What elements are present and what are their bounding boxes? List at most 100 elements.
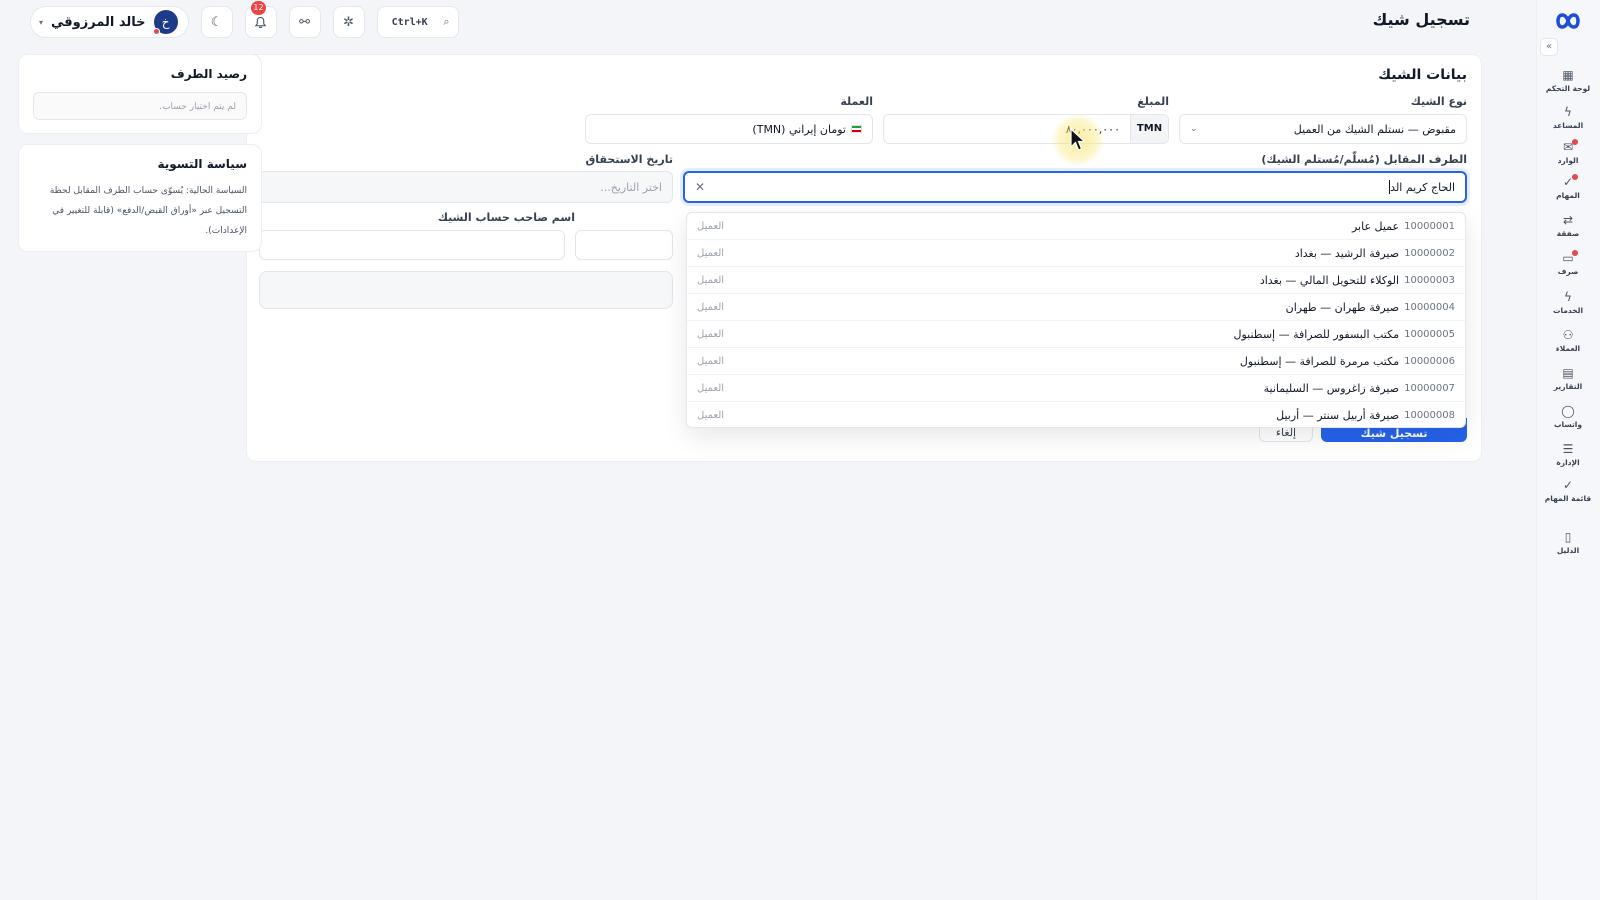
amount-input[interactable]: TMN ٨٠,٠٠٠,٠٠٠ <box>883 114 1169 144</box>
chevron-down-icon: ▾ <box>39 17 44 27</box>
account-code: 10000008 <box>1404 409 1455 421</box>
sidebar-item-exchange[interactable]: ▭ صرف <box>1540 249 1596 283</box>
settlement-policy-text: السياسة الحالية: يُسوّى حساب الطرف المقا… <box>33 181 247 241</box>
account-code: 10000006 <box>1404 355 1455 367</box>
currency-label: العملة <box>840 95 873 108</box>
account-name: عميل عابر <box>1351 219 1400 233</box>
policy-line: الإعدادات). <box>205 226 247 236</box>
bolt-icon: ϟ <box>1564 290 1572 304</box>
users-icon: ⚇ <box>1562 328 1574 342</box>
notification-count-badge: 12 <box>251 1 266 15</box>
topbar-actions: ▾ خالد المرزوقي خ ☾ 12 ⚯ ✲ Ctrl+K ⌕ <box>30 1 459 38</box>
bank-field[interactable] <box>575 230 673 260</box>
notifications-button[interactable]: 12 <box>244 1 277 38</box>
suggestion-item[interactable]: 10000006 مكتب مرمرة للصرافة — إسطنبول الع… <box>687 348 1465 375</box>
sidebar-item-guide[interactable]: ▯ الدليل <box>1540 528 1596 562</box>
counterparty-input[interactable]: الحاج كريم الد ✕ <box>683 171 1467 203</box>
suggestion-item[interactable]: 10000008 صيرفة أربيل سنتر — أربيل العميل <box>687 402 1465 427</box>
account-type: العميل <box>697 247 725 259</box>
settlement-policy-title: سياسة التسوية <box>157 157 248 171</box>
chat-icon: ◯ <box>1561 404 1575 418</box>
check-type-select[interactable]: مقبوض — نستلم الشيك من العميل ⌄ <box>1179 114 1467 144</box>
suggestion-item[interactable]: 10000003 الوكلاء للتحويل المالي — بغداد ا… <box>687 267 1465 294</box>
sliders-icon: ☰ <box>1562 442 1574 456</box>
account-type: العميل <box>697 274 725 286</box>
moon-icon: ☾ <box>210 14 223 30</box>
sidebar-item-reports[interactable]: ▤ التقارير <box>1540 364 1596 398</box>
global-search-button[interactable]: Ctrl+K ⌕ <box>376 6 459 38</box>
text-caret <box>1389 180 1391 194</box>
suggestion-item[interactable]: 10000002 صيرفة الرشيد — بغداد العميل <box>687 240 1465 267</box>
collapse-sidebar-button[interactable]: » <box>1540 38 1558 56</box>
suggestion-item[interactable]: 10000005 مكتب البسفور للصرافة — إسطنبول ا… <box>687 321 1465 348</box>
bolt-icon: ϟ <box>1564 105 1572 119</box>
unread-dot <box>1572 174 1578 180</box>
sidebar-item-services[interactable]: ϟ الخدمات <box>1540 288 1596 322</box>
currency-code-tag: TMN <box>1130 115 1168 143</box>
book-icon: ▯ <box>1564 530 1572 544</box>
account-code: 10000007 <box>1404 382 1455 394</box>
account-type: العميل <box>697 382 725 394</box>
suggestion-item[interactable]: 10000007 صيرفة زاغروس — السليمانية العميل <box>687 375 1465 402</box>
account-name: مكتب البسفور للصرافة — إسطنبول <box>1233 327 1400 341</box>
link-icon: ⚯ <box>299 14 311 30</box>
search-shortcut: Ctrl+K <box>391 16 428 28</box>
sidebar-item-assistant[interactable]: ϟ المساعد <box>1540 103 1596 137</box>
unread-dot <box>1572 250 1578 256</box>
sidebar-item-admin[interactable]: ☰ الإدارة <box>1540 440 1596 474</box>
account-holder-input[interactable] <box>259 230 565 260</box>
due-date-placeholder: اختر التاريخ... <box>600 180 662 194</box>
account-name: صيرفة طهران — طهران <box>1285 300 1400 314</box>
check-type-label: نوع الشيك <box>1410 95 1467 108</box>
sidebar-item-task-list[interactable]: ✓ قائمة المهام <box>1540 476 1596 510</box>
account-type: العميل <box>697 409 725 421</box>
debug-button[interactable]: ✲ <box>332 6 365 38</box>
account-name: مكتب مرمرة للصرافة — إسطنبول <box>1239 354 1400 368</box>
amount-label: المبلغ <box>1137 95 1169 108</box>
mouse-cursor-icon <box>1070 128 1086 151</box>
app-logo-icon[interactable] <box>1550 8 1586 34</box>
search-icon: ⌕ <box>443 15 450 28</box>
report-icon: ▤ <box>1562 366 1574 380</box>
exchange-icon: ⇄ <box>1562 213 1574 227</box>
party-balance-card: رصيد الطرف لم يتم اختيار حساب. <box>18 54 262 134</box>
counterparty-label: الطرف المقابل (مُسلّم/مُستلم الشيك) <box>1261 153 1467 166</box>
page-title: تسجيل شيك <box>1372 10 1470 29</box>
sidebar-item-deal[interactable]: ⇄ صفقة <box>1540 211 1596 245</box>
account-code: 10000002 <box>1404 247 1455 259</box>
account-name: الوكلاء للتحويل المالي — بغداد <box>1259 273 1400 287</box>
account-type: العميل <box>697 220 725 232</box>
settlement-policy-card: سياسة التسوية السياسة الحالية: يُسوّى حس… <box>18 144 262 252</box>
suggestion-item[interactable]: 10000004 صيرفة طهران — طهران العميل <box>687 294 1465 321</box>
account-type: العميل <box>697 301 725 313</box>
clear-icon[interactable]: ✕ <box>695 180 705 194</box>
currency-select[interactable]: تومان إيراني (TMN) <box>585 114 873 144</box>
link-button[interactable]: ⚯ <box>288 6 321 38</box>
sidebar-item-customers[interactable]: ⚇ العملاء <box>1540 326 1596 360</box>
sidebar-item-whatsapp[interactable]: ◯ واتساب <box>1540 402 1596 436</box>
account-name: صيرفة زاغروس — السليمانية <box>1263 381 1400 395</box>
policy-line: التسجيل عبر «أوراق القبض/الدفع» (قابلة ل… <box>52 206 247 216</box>
theme-toggle-button[interactable]: ☾ <box>200 6 233 38</box>
party-balance-title: رصيد الطرف <box>170 67 247 81</box>
due-date-input[interactable]: اختر التاريخ... <box>259 171 673 203</box>
cash-icon: ▭ <box>1540 249 1596 267</box>
suggestion-item[interactable]: 10000001 عميل عابر العميل <box>687 213 1465 240</box>
avatar: خ <box>152 10 178 35</box>
iran-flag-icon <box>851 125 862 133</box>
sidebar-item-tasks[interactable]: ✓ المهام <box>1540 173 1596 207</box>
unread-dot <box>1572 139 1578 145</box>
sidebar-item-dashboard[interactable]: ▦ لوحة التحكم <box>1540 66 1596 100</box>
notes-field[interactable] <box>259 271 673 309</box>
checklist-icon: ✓ <box>1562 478 1574 492</box>
counterparty-value: الحاج كريم الد <box>1390 180 1455 194</box>
user-menu-button[interactable]: ▾ خالد المرزوقي خ <box>30 6 189 38</box>
dashboard-icon: ▦ <box>1562 68 1574 82</box>
due-date-label: تاريخ الاستحقاق <box>585 153 673 166</box>
account-code: 10000005 <box>1404 328 1455 340</box>
user-name: خالد المرزوقي <box>51 14 146 30</box>
policy-line: السياسة الحالية: يُسوّى حساب الطرف المقا… <box>49 186 247 196</box>
sidebar-item-inbox[interactable]: ✉ الوارد <box>1540 138 1596 172</box>
currency-value: تومان إيراني (TMN) <box>752 122 846 136</box>
party-balance-placeholder: لم يتم اختيار حساب. <box>33 92 247 120</box>
